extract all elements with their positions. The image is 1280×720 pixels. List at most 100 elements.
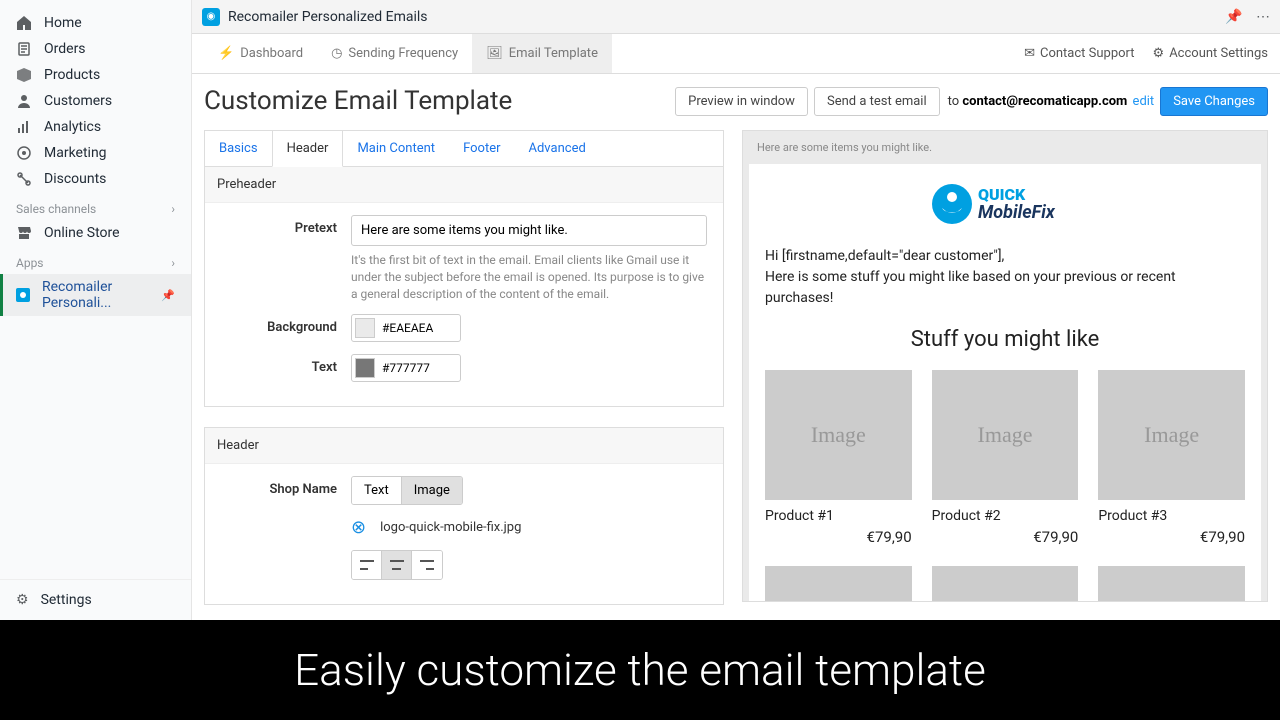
recipient-email: contact@recomaticapp.com <box>962 94 1127 109</box>
chevron-right-icon[interactable]: › <box>171 256 175 270</box>
sidebar-section-sales-channels: Sales channels › <box>0 192 191 220</box>
sidebar-item-discounts[interactable]: Discounts <box>0 166 191 192</box>
subtab-footer[interactable]: Footer <box>449 131 514 166</box>
text-color-label: Text <box>221 354 351 375</box>
marketing-caption: Easily customize the email template <box>0 620 1280 720</box>
product-image-placeholder: Image <box>1098 566 1245 602</box>
subtab-main-content[interactable]: Main Content <box>343 131 449 166</box>
background-color-input[interactable] <box>351 314 461 342</box>
product-name: Product #3 <box>1098 508 1245 524</box>
product-name: Product #1 <box>765 508 912 524</box>
orders-icon <box>16 41 32 57</box>
store-icon <box>16 225 32 241</box>
align-right-button[interactable] <box>412 551 442 579</box>
app-title: Recomailer Personalized Emails <box>228 9 1215 25</box>
sidebar-item-label: Marketing <box>44 145 107 161</box>
align-left-button[interactable] <box>352 551 382 579</box>
product-card: ImageProduct #3€79,90 <box>1098 370 1245 546</box>
product-image-placeholder: Image <box>1098 370 1245 500</box>
save-changes-button[interactable]: Save Changes <box>1160 87 1268 116</box>
subtab-advanced[interactable]: Advanced <box>515 131 600 166</box>
section-label: Sales channels <box>16 202 96 216</box>
sidebar-item-products[interactable]: Products <box>0 62 191 88</box>
product-name: Product #2 <box>932 508 1079 524</box>
svg-text:MobileFix: MobileFix <box>978 202 1056 223</box>
discounts-icon <box>16 171 32 187</box>
product-card: Image <box>1098 566 1245 602</box>
shop-name-type-toggle: Text Image <box>351 476 463 505</box>
header-panel: Header Shop Name Text Image <box>204 427 724 605</box>
dashboard-icon: ⚡ <box>218 46 234 61</box>
color-swatch[interactable] <box>355 358 375 378</box>
color-hex-input[interactable] <box>378 316 448 340</box>
color-swatch[interactable] <box>355 318 375 338</box>
text-option[interactable]: Text <box>352 477 402 504</box>
product-card: ImageProduct #1€79,90 <box>765 370 912 546</box>
edit-recipient-link[interactable]: edit <box>1133 94 1155 109</box>
gear-icon: ⚙ <box>16 592 29 608</box>
preview-heading: Stuff you might like <box>765 327 1245 352</box>
page-header: Customize Email Template Preview in wind… <box>204 86 1268 116</box>
preview-preheader: Here are some items you might like. <box>743 131 1267 164</box>
sidebar-item-online-store[interactable]: Online Store <box>0 220 191 246</box>
analytics-icon <box>16 119 32 135</box>
text-color-input[interactable] <box>351 354 461 382</box>
sidebar-item-recomailer[interactable]: Recomailer Personali...📌 <box>0 274 191 316</box>
tab-sending-frequency[interactable]: ◷Sending Frequency <box>317 34 472 73</box>
preview-intro-text: Here is some stuff you might like based … <box>765 269 1176 306</box>
sidebar-item-label: Analytics <box>44 119 101 135</box>
preview-logo: QUICK MobileFix <box>765 180 1245 232</box>
product-card: Image <box>765 566 912 602</box>
settings-label: Settings <box>41 592 92 608</box>
editor-column: Basics Header Main Content Footer Advanc… <box>204 130 724 602</box>
panel-title: Preheader <box>205 167 723 203</box>
tab-label: Sending Frequency <box>348 46 458 61</box>
recipient-text: to contact@recomaticapp.com edit <box>948 94 1155 109</box>
sidebar-item-home[interactable]: Home <box>0 10 191 36</box>
app-icon: ◉ <box>202 8 220 26</box>
subtab-header[interactable]: Header <box>272 131 344 167</box>
remove-logo-icon[interactable]: ⊗ <box>351 517 366 538</box>
tab-email-template[interactable]: 🖼Email Template <box>472 34 612 73</box>
align-center-button[interactable] <box>382 551 412 579</box>
subtab-basics[interactable]: Basics <box>205 131 272 166</box>
product-price: €79,90 <box>765 528 912 546</box>
sidebar-item-label: Online Store <box>44 225 120 241</box>
sidebar-item-marketing[interactable]: Marketing <box>0 140 191 166</box>
sidebar-item-customers[interactable]: Customers <box>0 88 191 114</box>
contact-support-link[interactable]: ✉Contact Support <box>1024 46 1134 61</box>
app-tabs: ⚡Dashboard ◷Sending Frequency 🖼Email Tem… <box>192 34 1280 74</box>
preview-intro: Hi [firstname,default="dear customer"], … <box>765 246 1245 309</box>
preview-button[interactable]: Preview in window <box>675 87 808 116</box>
page-title: Customize Email Template <box>204 86 669 116</box>
sidebar-item-label: Products <box>44 67 100 83</box>
pin-icon[interactable]: 📌 <box>161 289 175 302</box>
home-icon <box>16 15 32 31</box>
account-settings-link[interactable]: ⚙Account Settings <box>1153 46 1268 61</box>
tab-dashboard[interactable]: ⚡Dashboard <box>204 34 317 73</box>
chevron-right-icon[interactable]: › <box>171 202 175 216</box>
pretext-label: Pretext <box>221 215 351 236</box>
product-grid: Image Product #1 €79,90 Image Product #2 €79… <box>765 370 1245 602</box>
pin-icon[interactable]: 📌 <box>1225 9 1242 25</box>
send-test-button[interactable]: Send a test email <box>814 87 940 116</box>
image-option[interactable]: Image <box>402 477 462 504</box>
product-price: €79,90 <box>932 528 1079 546</box>
panel-title: Header <box>205 428 723 464</box>
color-hex-input[interactable] <box>378 356 448 380</box>
products-icon <box>16 67 32 83</box>
more-icon[interactable]: ⋯ <box>1256 9 1270 25</box>
pretext-help: It's the first bit of text in the email.… <box>351 252 707 302</box>
sidebar-item-analytics[interactable]: Analytics <box>0 114 191 140</box>
preview-greeting: Hi [firstname,default="dear customer"], <box>765 248 1004 264</box>
marketing-icon <box>16 145 32 161</box>
sidebar-settings[interactable]: ⚙ Settings <box>0 579 191 620</box>
topbar: ◉ Recomailer Personalized Emails 📌 ⋯ <box>192 0 1280 34</box>
shop-name-label: Shop Name <box>221 476 351 497</box>
email-preview: Here are some items you might like. QUIC… <box>742 130 1268 602</box>
sidebar-item-label: Customers <box>44 93 112 109</box>
sidebar-item-orders[interactable]: Orders <box>0 36 191 62</box>
pretext-input[interactable] <box>351 215 707 246</box>
image-icon: 🖼 <box>486 46 503 61</box>
preheader-panel: Preheader Pretext It's the first bit of … <box>204 166 724 407</box>
